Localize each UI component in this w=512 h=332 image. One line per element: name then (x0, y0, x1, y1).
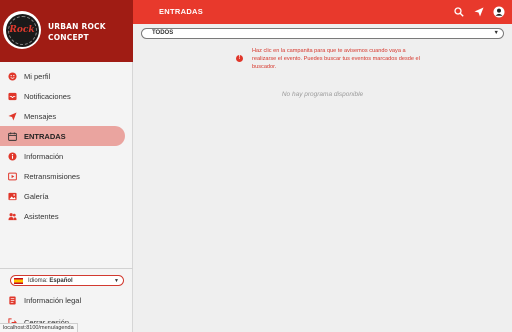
legal-info-label: Información legal (24, 296, 82, 305)
sidebar-item-entradas[interactable]: ENTRADAS (0, 126, 125, 146)
sidebar-item-label: Asistentes (24, 211, 59, 221)
top-bar: ENTRADAS (133, 0, 512, 24)
sidebar-footer: Idioma: Español ▼ Información legal Cerr… (0, 268, 133, 327)
sidebar-item-label: Galería (24, 191, 49, 201)
sidebar-item-galeria[interactable]: Galería (0, 186, 133, 206)
empty-state: No hay programa disponible (281, 91, 364, 98)
document-icon (8, 296, 17, 305)
sidebar-item-label: Notificaciones (24, 91, 71, 101)
inbox-icon (8, 92, 17, 101)
status-url: localhost:8100/menu/agenda (0, 323, 78, 332)
sidebar-item-informacion[interactable]: Información (0, 146, 133, 166)
notice-text: Haz clic en la campanita para que te avi… (252, 48, 420, 70)
people-icon (8, 212, 17, 221)
send-button[interactable] (473, 6, 485, 18)
legal-info-link[interactable]: Información legal (8, 296, 81, 305)
sidebar-item-retransmisiones[interactable]: Retransmisiones (0, 166, 133, 186)
sidebar-item-label: Retransmisiones (24, 171, 80, 181)
caret-down-icon: ▼ (114, 278, 119, 284)
sidebar-item-asistentes[interactable]: Asistentes (0, 206, 133, 226)
account-button[interactable] (493, 6, 505, 18)
sidebar: Rock URBAN ROCK CONCEPT Mi perfil Notifi… (0, 0, 133, 332)
send-icon (8, 111, 17, 121)
event-filter-select[interactable]: TODOS ▼ (141, 28, 504, 39)
language-select[interactable]: Idioma: Español ▼ (10, 275, 124, 286)
sidebar-item-label: ENTRADAS (24, 131, 66, 141)
send-icon (474, 7, 484, 17)
logo-text: Rock (9, 25, 35, 35)
caret-down-icon: ▼ (493, 30, 499, 36)
play-icon (8, 172, 17, 181)
sidebar-item-label: Información (24, 151, 64, 161)
language-value: Español (49, 277, 73, 284)
sidebar-item-mensajes[interactable]: Mensajes (0, 106, 133, 126)
language-label: Idioma: (28, 277, 48, 284)
image-icon (8, 192, 17, 201)
sidebar-item-notificaciones[interactable]: Notificaciones (0, 86, 133, 106)
sidebar-item-label: Mensajes (24, 111, 57, 121)
search-button[interactable] (453, 6, 465, 18)
user-avatar-icon (493, 6, 505, 18)
search-icon (454, 7, 464, 17)
brand-header: Rock URBAN ROCK CONCEPT (0, 0, 133, 62)
filter-selected-value: TODOS (152, 30, 174, 36)
page-title: ENTRADAS (159, 7, 204, 16)
sidebar-item-mi-perfil[interactable]: Mi perfil (0, 66, 133, 86)
alert-icon: ! (236, 55, 243, 62)
sidebar-item-label: Mi perfil (24, 71, 51, 81)
brand-logo: Rock (3, 11, 41, 49)
calendar-icon (8, 131, 17, 141)
smiley-icon (8, 71, 17, 81)
sidebar-nav: Mi perfil Notificaciones Mensajes ENTRAD… (0, 66, 133, 226)
spain-flag-icon (14, 277, 23, 284)
brand-name: URBAN ROCK CONCEPT (48, 22, 106, 42)
info-icon (8, 151, 17, 161)
